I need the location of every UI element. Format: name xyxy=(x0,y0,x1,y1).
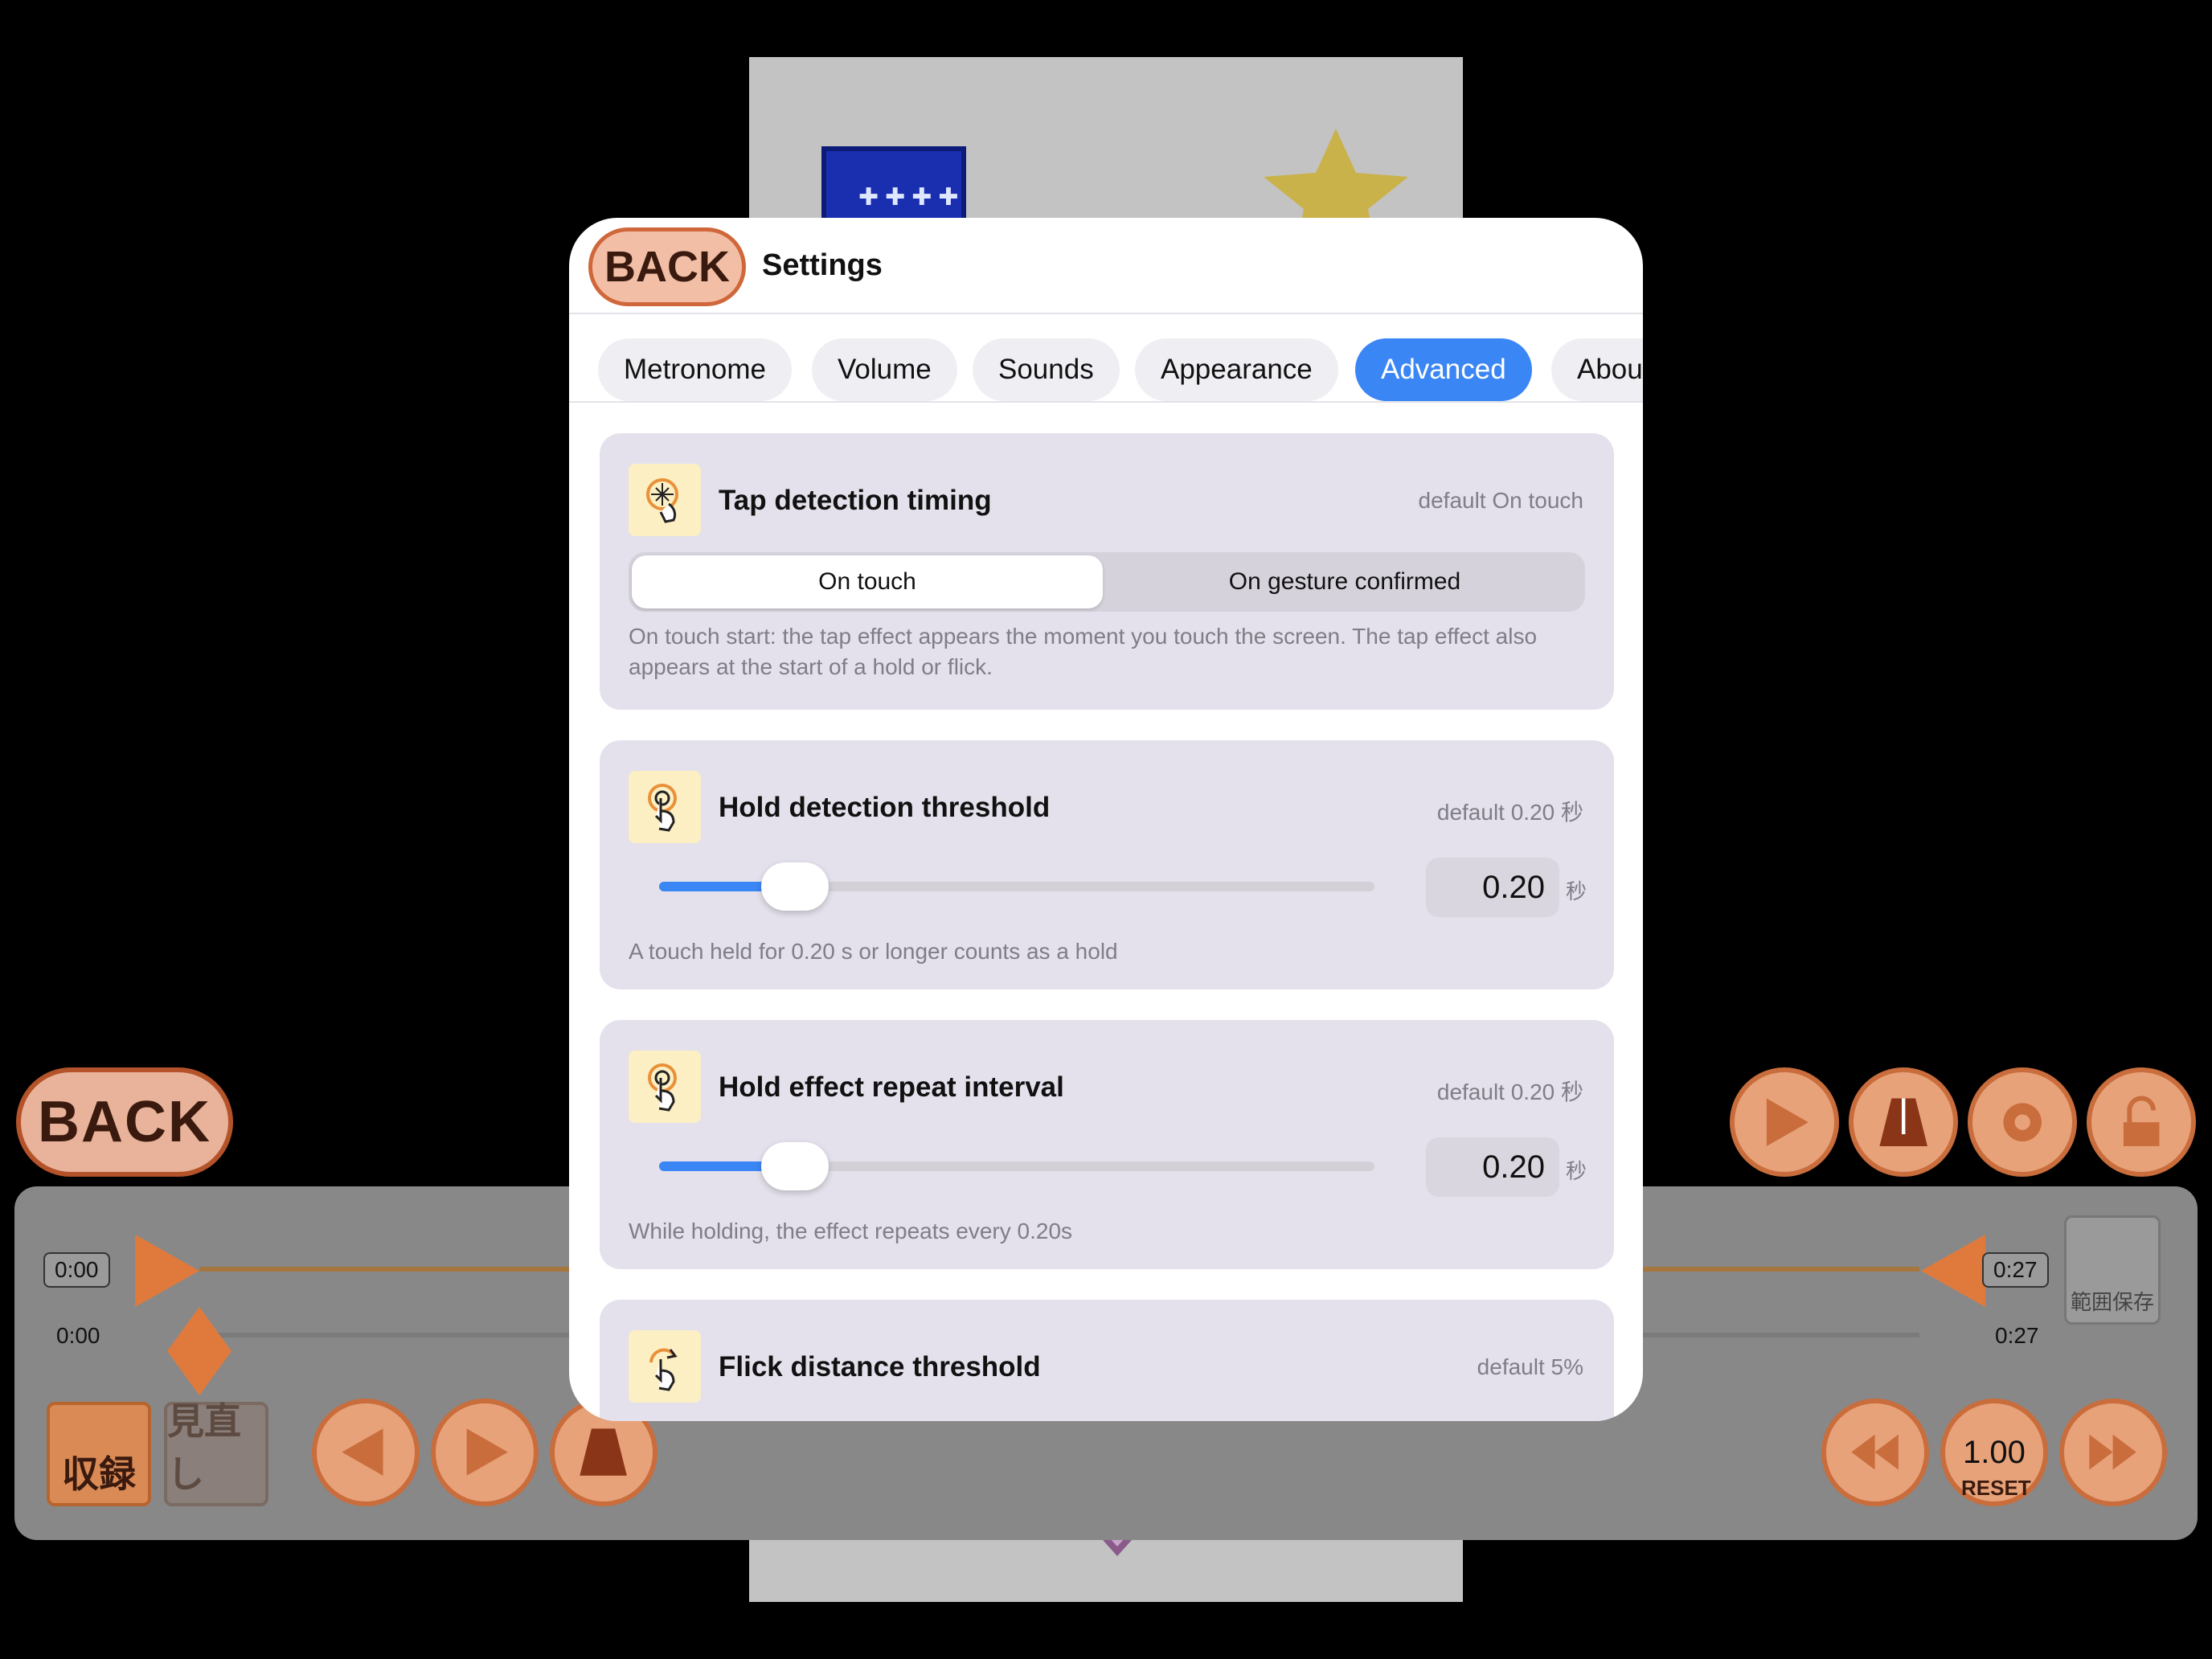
review-button[interactable]: 見直し xyxy=(164,1400,268,1506)
rewind-icon xyxy=(1851,1435,1899,1470)
hold-threshold-default: default 0.20 秒 xyxy=(1436,800,1583,825)
play-button[interactable] xyxy=(431,1399,539,1506)
tab-advanced[interactable]: Advanced xyxy=(1355,338,1532,401)
unlock-button[interactable] xyxy=(2087,1067,2196,1177)
fast-forward-icon xyxy=(2089,1435,2137,1470)
hold-repeat-description: While holding, the effect repeats every … xyxy=(629,1219,1073,1243)
hold-threshold-title: Hold detection threshold xyxy=(719,792,1051,823)
block-dots: ✚✚✚✚ xyxy=(858,184,965,211)
hold-threshold-card: Hold detection threshold default 0.20 秒 … xyxy=(600,740,1614,989)
hold-repeat-slider[interactable] xyxy=(659,1142,1374,1190)
modal-back-button[interactable]: BACK xyxy=(588,227,746,306)
tab-sounds[interactable]: Sounds xyxy=(973,338,1120,401)
save-range-button[interactable]: 範囲保存 xyxy=(2064,1215,2161,1325)
hold-threshold-description: A touch held for 0.20 s or longer counts… xyxy=(629,939,1118,964)
hold-icon xyxy=(629,771,701,843)
tap-timing-title: Tap detection timing xyxy=(719,485,992,516)
play-icon xyxy=(467,1428,509,1477)
start-time-label: 0:00 xyxy=(56,1323,100,1348)
settings-tabs: Metronome Volume Sounds Appearance Advan… xyxy=(569,314,1643,403)
settings-content: Tap detection timing default On touch On… xyxy=(569,404,1643,1421)
option-on-touch[interactable]: On touch xyxy=(632,555,1103,608)
previous-icon xyxy=(342,1428,383,1477)
end-time-label: 0:27 xyxy=(1995,1323,2039,1348)
metronome-icon xyxy=(1879,1098,1927,1146)
page-title: Settings xyxy=(762,248,883,282)
range-end-handle[interactable] xyxy=(1905,1235,1985,1307)
rewind-button[interactable] xyxy=(1821,1399,1929,1506)
hold-threshold-unit: 秒 xyxy=(1566,879,1587,903)
modal-header: BACK Settings xyxy=(569,218,1643,314)
hold-repeat-default: default 0.20 秒 xyxy=(1436,1079,1583,1104)
settings-modal: BACK Settings Metronome Volume Sounds Ap… xyxy=(569,218,1643,1421)
tap-timing-icon xyxy=(629,464,701,536)
fast-forward-button[interactable] xyxy=(2059,1399,2167,1506)
tab-metronome[interactable]: Metronome xyxy=(598,338,793,401)
hold-repeat-icon xyxy=(629,1051,701,1123)
end-time-box: 0:27 xyxy=(1982,1252,2049,1288)
review-label: 見直し xyxy=(167,1400,241,1495)
range-start-handle[interactable] xyxy=(135,1235,215,1307)
hold-threshold-slider-knob[interactable] xyxy=(761,862,830,911)
tab-appearance[interactable]: Appearance xyxy=(1135,338,1338,401)
hold-repeat-slider-knob[interactable] xyxy=(761,1142,830,1190)
tap-timing-card: Tap detection timing default On touch On… xyxy=(600,433,1614,710)
flick-distance-default: default 5% xyxy=(1477,1354,1583,1379)
metronome-button-top[interactable] xyxy=(1849,1067,1958,1177)
hold-repeat-unit: 秒 xyxy=(1566,1159,1587,1183)
metronome-icon xyxy=(580,1428,628,1477)
speed-value: 1.00 xyxy=(1963,1434,2026,1470)
hold-repeat-card: Hold effect repeat interval default 0.20… xyxy=(600,1020,1614,1269)
hold-threshold-slider[interactable] xyxy=(659,862,1374,911)
start-time-box: 0:00 xyxy=(43,1252,110,1288)
play-button-top[interactable] xyxy=(1730,1067,1839,1177)
hold-threshold-value-field[interactable]: 0.20 xyxy=(1426,858,1559,917)
record-button[interactable]: 収録 xyxy=(47,1402,151,1506)
playhead-handle[interactable] xyxy=(167,1307,231,1395)
reset-label: RESET xyxy=(1961,1476,2031,1500)
previous-button[interactable] xyxy=(312,1399,420,1506)
tab-about[interactable]: About xyxy=(1551,338,1643,401)
tap-timing-segmented-control: On touch On gesture confirmed xyxy=(629,552,1585,612)
hold-repeat-value-field[interactable]: 0.20 xyxy=(1426,1137,1559,1197)
unlock-icon xyxy=(2123,1096,2160,1146)
flick-distance-card: Flick distance threshold default 5% xyxy=(600,1300,1614,1421)
gear-icon xyxy=(2003,1103,2042,1141)
tab-volume[interactable]: Volume xyxy=(812,338,957,401)
tap-timing-description: On touch start: the tap effect appears t… xyxy=(629,624,1538,679)
main-back-button[interactable]: BACK xyxy=(16,1067,233,1177)
flick-distance-title: Flick distance threshold xyxy=(719,1351,1041,1382)
play-icon xyxy=(1766,1098,1809,1146)
flick-icon xyxy=(629,1330,701,1403)
hold-repeat-title: Hold effect repeat interval xyxy=(719,1071,1064,1103)
record-label: 収録 xyxy=(62,1453,136,1495)
settings-gear-button[interactable] xyxy=(1968,1067,2077,1177)
tap-timing-default: default On touch xyxy=(1418,488,1583,513)
option-on-gesture-confirmed[interactable]: On gesture confirmed xyxy=(1108,555,1582,608)
